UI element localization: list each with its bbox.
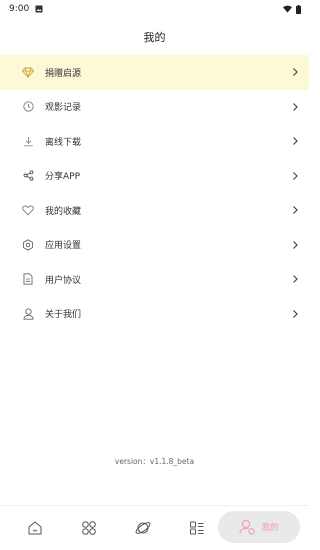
menu-item-share-app[interactable]: 分享APP [0, 159, 309, 194]
settings-menu: 捐赠启源 观影记录 离线下载 分享APP 我的收藏 应用设置 用户协议 关于我们 [0, 55, 309, 331]
menu-item-label: 离线下载 [45, 137, 82, 148]
battery-icon [296, 4, 301, 14]
tab-mine[interactable]: 我的 [218, 511, 300, 543]
chevron-right-icon [293, 240, 298, 249]
apps-icon [82, 521, 96, 535]
wifi-icon [283, 5, 292, 13]
share-icon [22, 170, 34, 182]
menu-item-user-agreement[interactable]: 用户协议 [0, 262, 309, 297]
status-time: 9:00 [9, 4, 30, 14]
clock-icon [22, 101, 34, 113]
menu-item-label: 观影记录 [45, 103, 82, 114]
version-text: version：v1.1.8_beta [114, 457, 195, 466]
menu-item-label: 分享APP [45, 172, 81, 183]
status-bar: 9:00 [0, 0, 309, 18]
list-icon [190, 521, 204, 535]
bottom-tab-bar: 我的 [0, 505, 309, 550]
menu-item-label: 用户协议 [45, 275, 82, 286]
menu-item-label: 我的收藏 [45, 206, 82, 217]
menu-item-about-us[interactable]: 关于我们 [0, 297, 309, 332]
download-icon [22, 135, 34, 147]
page-header: 我的 [0, 18, 309, 56]
menu-item-label: 关于我们 [45, 310, 82, 321]
menu-item-donate[interactable]: 捐赠启源 [0, 55, 309, 90]
tab-home[interactable] [10, 511, 60, 545]
settings-icon [22, 239, 34, 251]
tab-discover[interactable] [118, 511, 168, 545]
user-icon [22, 308, 34, 320]
tab-categories[interactable] [64, 511, 114, 545]
document-icon [22, 273, 34, 285]
menu-item-favorites[interactable]: 我的收藏 [0, 193, 309, 228]
tab-list[interactable] [172, 511, 222, 545]
menu-item-app-settings[interactable]: 应用设置 [0, 228, 309, 263]
chevron-right-icon [293, 137, 298, 146]
menu-item-label: 捐赠启源 [45, 68, 82, 79]
image-notification-icon [35, 5, 43, 13]
page-title: 我的 [143, 30, 166, 44]
chevron-right-icon [293, 102, 298, 111]
diamond-icon [22, 66, 34, 78]
planet-icon [135, 522, 151, 534]
tab-mine-label: 我的 [261, 523, 279, 533]
chevron-right-icon [293, 206, 298, 215]
heart-icon [22, 204, 34, 216]
chevron-right-icon [293, 309, 298, 318]
chevron-right-icon [293, 275, 298, 284]
chevron-right-icon [293, 171, 298, 180]
menu-item-offline-download[interactable]: 离线下载 [0, 124, 309, 159]
menu-item-watch-history[interactable]: 观影记录 [0, 90, 309, 125]
user-settings-icon [239, 519, 256, 535]
home-icon [28, 521, 42, 535]
chevron-right-icon [293, 68, 298, 77]
menu-item-label: 应用设置 [45, 241, 82, 252]
